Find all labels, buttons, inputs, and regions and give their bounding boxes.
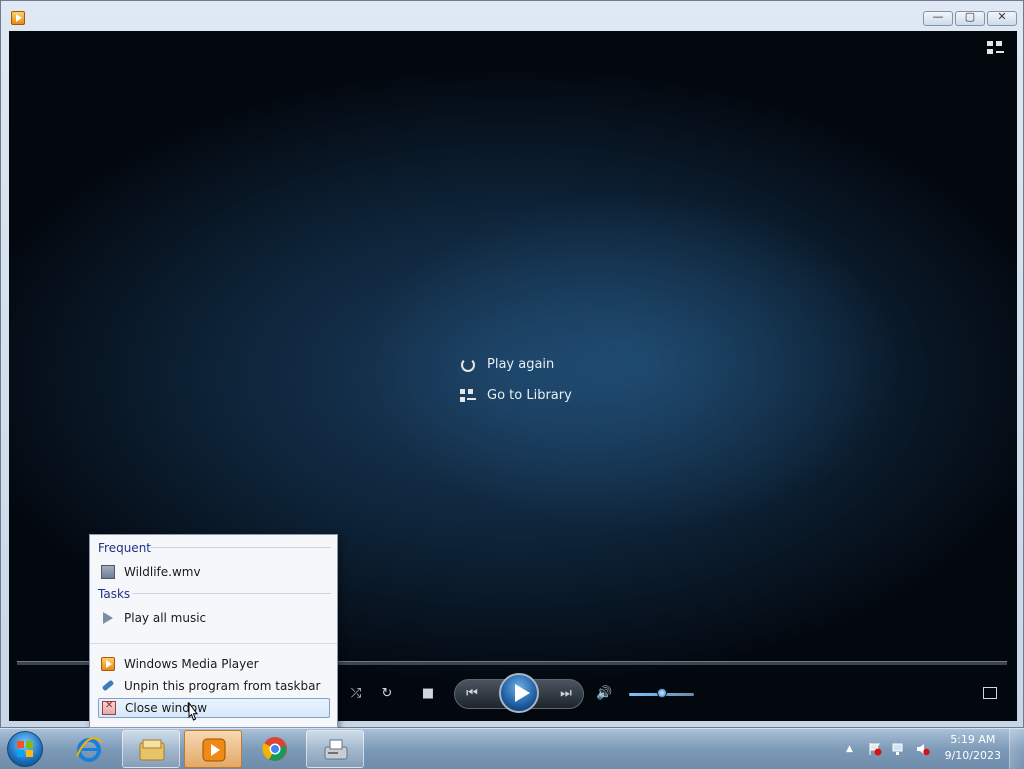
frequent-header: Frequent [98, 541, 151, 555]
chrome-icon [262, 737, 287, 761]
jump-list-separator [90, 643, 337, 644]
shuffle-icon[interactable]: ⤮ [348, 686, 364, 702]
close-window-icon [102, 700, 116, 715]
fax-scan-icon [324, 739, 348, 760]
play-button[interactable] [499, 673, 539, 713]
jump-list-item-label: Windows Media Player [124, 657, 259, 671]
taskbar-google-chrome[interactable] [246, 730, 304, 768]
tasks-header: Tasks [98, 587, 131, 601]
start-button[interactable] [7, 731, 43, 767]
playback-controls: ⤮ ↻ ■ ⏮ ⏭ 🔊 [344, 673, 706, 713]
folder-icon [139, 739, 165, 761]
taskbar: ▲ 5:19 AM 9/10/2023 [0, 728, 1024, 769]
jump-list-item-wildlife[interactable]: Wildlife.wmv [98, 562, 330, 582]
taskbar-windows-explorer[interactable] [122, 730, 180, 768]
go-to-library-link[interactable]: Go to Library [459, 380, 572, 411]
go-to-library-label: Go to Library [487, 388, 572, 403]
volume-slider-thumb[interactable] [656, 688, 667, 698]
wmp-icon [101, 657, 115, 671]
jump-list-item-unpin[interactable]: Unpin this program from taskbar [98, 676, 330, 696]
notification-area: ▲ 5:19 AM 9/10/2023 [842, 729, 1024, 769]
taskbar-jump-list: Frequent Wildlife.wmv Tasks Play all mus… [89, 534, 338, 728]
repeat-icon[interactable]: ↻ [379, 686, 395, 702]
volume-icon[interactable]: 🔊 [596, 686, 612, 702]
jump-list-item-label: Unpin this program from taskbar [124, 679, 321, 693]
next-icon[interactable]: ⏭ [554, 686, 578, 702]
replay-icon [459, 356, 477, 374]
play-again-label: Play again [487, 357, 555, 372]
close-button[interactable]: ✕ [987, 10, 1017, 26]
action-center-flag-icon[interactable] [868, 742, 882, 756]
jump-list-item-label: Play all music [124, 611, 207, 625]
maximize-icon: ▢ [964, 10, 976, 23]
clock-time: 5:19 AM [950, 733, 996, 746]
title-bar[interactable]: — ▢ ✕ [1, 1, 1023, 31]
clock-date: 9/10/2023 [944, 749, 1001, 762]
tasks-divider [132, 593, 331, 594]
mouse-cursor-icon [188, 702, 198, 721]
library-icon [459, 387, 477, 405]
taskbar-fax-and-scan[interactable] [306, 730, 364, 768]
video-file-icon [101, 565, 115, 579]
clock[interactable]: 5:19 AM 9/10/2023 [945, 732, 1001, 764]
unpin-icon [101, 679, 115, 693]
wmp-taskbar-icon [202, 738, 226, 762]
minimize-icon: — [932, 10, 944, 23]
end-of-playback-links: Play again Go to Library [459, 349, 572, 411]
network-icon[interactable] [892, 742, 906, 756]
taskbar-windows-media-player[interactable] [184, 730, 242, 768]
previous-icon[interactable]: ⏮ [464, 686, 480, 702]
jump-list-item-close-window[interactable]: Close window [98, 698, 330, 718]
volume-muted-icon[interactable] [916, 742, 930, 756]
maximize-button[interactable]: ▢ [955, 10, 985, 26]
caption-buttons: — ▢ ✕ [923, 10, 1017, 26]
jump-list-item-windows-media-player[interactable]: Windows Media Player [98, 654, 330, 674]
frequent-divider [150, 547, 331, 548]
taskbar-internet-explorer[interactable] [60, 730, 118, 768]
play-again-link[interactable]: Play again [459, 349, 572, 380]
switch-to-library-icon[interactable] [987, 41, 1005, 55]
jump-list-item-play-all-music[interactable]: Play all music [98, 608, 330, 628]
wmp-app-icon[interactable] [11, 11, 25, 25]
close-icon: ✕ [997, 10, 1007, 23]
play-icon [101, 611, 115, 625]
stop-icon[interactable]: ■ [420, 686, 436, 702]
jump-list-item-label: Wildlife.wmv [124, 565, 201, 579]
internet-explorer-icon [76, 737, 103, 762]
show-hidden-icons-icon[interactable]: ▲ [846, 742, 860, 756]
minimize-button[interactable]: — [923, 10, 953, 26]
show-desktop-button[interactable] [1009, 729, 1024, 769]
fullscreen-icon[interactable] [983, 687, 997, 699]
